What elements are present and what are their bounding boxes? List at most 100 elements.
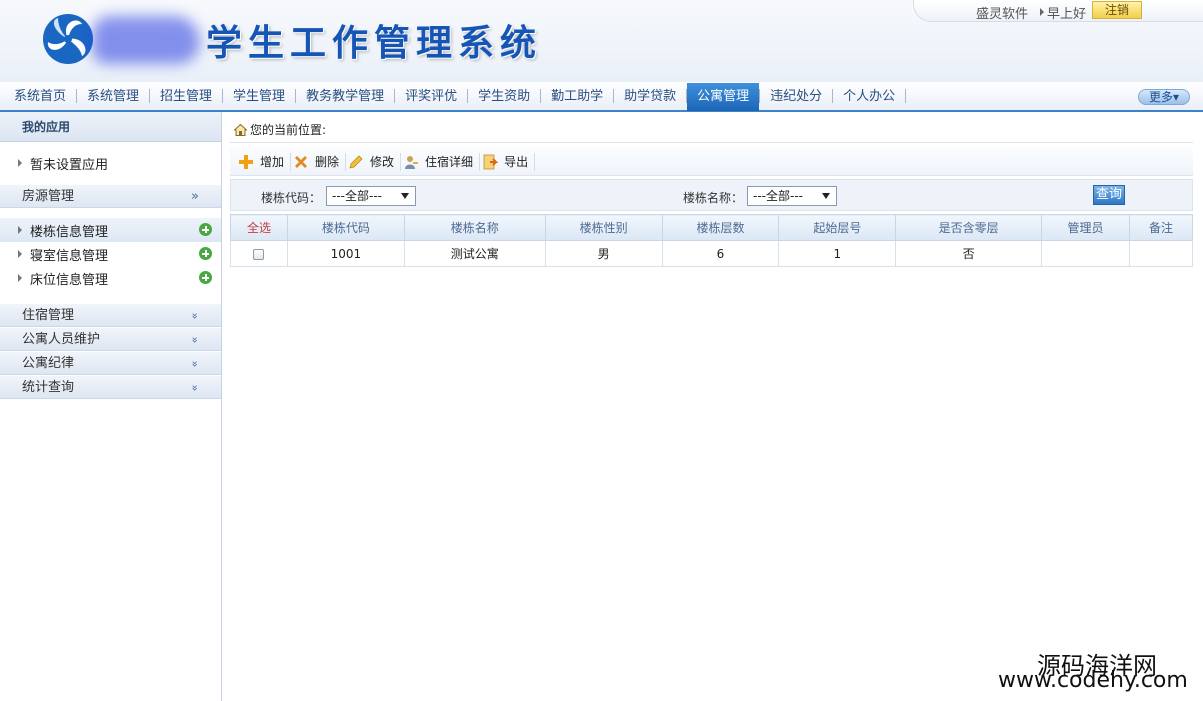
- nav-item-1[interactable]: 系统管理: [77, 82, 149, 110]
- select-all-header[interactable]: 全选: [230, 214, 288, 241]
- column-header: 楼栋性别: [544, 214, 663, 241]
- cell-name: 测试公寓: [403, 240, 546, 267]
- cell-start-floor: 1: [778, 240, 897, 267]
- user-bar: 盛灵软件 早上好 注销: [913, 0, 1203, 22]
- breadcrumb: 您的当前位置:: [230, 117, 1193, 143]
- building-name-value: ---全部---: [753, 189, 803, 203]
- logout-button[interactable]: 注销: [1092, 1, 1142, 19]
- dropdown-arrow-icon: [822, 193, 830, 199]
- nav-item-5[interactable]: 评奖评优: [395, 82, 467, 110]
- double-chevron-down-icon: »: [188, 312, 202, 320]
- double-chevron-down-icon: »: [188, 336, 202, 344]
- sidebar-item-bed[interactable]: 床位信息管理: [0, 266, 221, 290]
- column-header: 起始层号: [778, 214, 897, 241]
- arrow-right-icon: [18, 226, 22, 234]
- sidebar-groups: 住宿管理 » 公寓人员维护 » 公寓纪律 » 统计查询 »: [0, 303, 221, 399]
- company-name: 盛灵软件: [976, 7, 1029, 22]
- nav-item-7[interactable]: 勤工助学: [541, 82, 613, 110]
- nav-item-6[interactable]: 学生资助: [468, 82, 540, 110]
- main-content: 您的当前位置: 增加 删除 修改 住宿详细 导出 楼栋代码： ---全部--- …: [230, 117, 1194, 697]
- arrow-right-icon: [18, 274, 22, 282]
- logo-blurred-text: [92, 16, 200, 64]
- group-label: 公寓纪律: [22, 356, 75, 371]
- nav-item-2[interactable]: 招生管理: [150, 82, 222, 110]
- user-key-icon: [405, 155, 419, 169]
- home-icon: [234, 124, 247, 136]
- nav-item-8[interactable]: 助学贷款: [614, 82, 686, 110]
- sidebar-item-label: 寝室信息管理: [30, 248, 109, 264]
- filter-bar: 楼栋代码： ---全部--- 楼栋名称： ---全部--- 查询: [230, 179, 1193, 211]
- add-label: 增加: [260, 155, 285, 169]
- app-header: 学生工作管理系统 盛灵软件 早上好 注销: [0, 0, 1203, 82]
- add-icon[interactable]: [199, 223, 212, 236]
- building-name-select[interactable]: ---全部---: [747, 186, 837, 206]
- nav-item-4[interactable]: 教务教学管理: [296, 82, 394, 110]
- watermark-url: www.codehy.com: [998, 668, 1188, 693]
- toolbar: 增加 删除 修改 住宿详细 导出: [230, 148, 1193, 176]
- double-chevron-down-icon: »: [188, 384, 202, 392]
- nav-item-3[interactable]: 学生管理: [223, 82, 295, 110]
- sidebar-group-3[interactable]: 统计查询 »: [0, 375, 221, 399]
- detail-label: 住宿详细: [425, 155, 474, 169]
- arrow-right-icon: [1040, 8, 1044, 16]
- group-label: 房源管理: [22, 189, 75, 204]
- cell-admin: [1041, 240, 1130, 267]
- building-code-value: ---全部---: [332, 189, 382, 203]
- cell-gender: 男: [544, 240, 663, 267]
- detail-button[interactable]: 住宿详细: [401, 151, 479, 173]
- delete-x-icon: [295, 155, 308, 168]
- nav-item-10[interactable]: 违纪处分: [760, 82, 832, 110]
- sidebar-item-building[interactable]: 楼栋信息管理: [0, 218, 221, 242]
- breadcrumb-label: 您的当前位置:: [250, 123, 327, 137]
- app-title: 学生工作管理系统: [206, 22, 543, 64]
- query-button[interactable]: 查询: [1093, 185, 1125, 205]
- cell-note: [1128, 240, 1194, 267]
- sidebar-group-1[interactable]: 公寓人员维护 »: [0, 327, 221, 351]
- export-label: 导出: [504, 155, 529, 169]
- sidebar: 我的应用 暂未设置应用 房源管理 » 楼栋信息管理 寝室信息管理 床位信息管理 …: [0, 112, 222, 701]
- column-header: 是否含零层: [895, 214, 1043, 241]
- edit-label: 修改: [370, 155, 395, 169]
- delete-button[interactable]: 删除: [291, 151, 345, 173]
- my-apps-header: 我的应用: [0, 112, 221, 142]
- table-header-row: 全选 楼栋代码 楼栋名称 楼栋性别 楼栋层数 起始层号 是否含零层 管理员 备注: [230, 214, 1194, 241]
- sidebar-group-0[interactable]: 住宿管理 »: [0, 303, 221, 327]
- sidebar-group-2[interactable]: 公寓纪律 »: [0, 351, 221, 375]
- toolbar-divider: [534, 152, 536, 171]
- group-label: 住宿管理: [22, 308, 75, 323]
- nav-divider: [905, 89, 907, 103]
- sidebar-item-dorm[interactable]: 寝室信息管理: [0, 242, 221, 266]
- more-menu-button[interactable]: 更多▾: [1138, 89, 1190, 105]
- building-table: 全选 楼栋代码 楼栋名称 楼栋性别 楼栋层数 起始层号 是否含零层 管理员 备注…: [230, 214, 1194, 267]
- add-icon[interactable]: [199, 271, 212, 284]
- logo-icon: [43, 14, 93, 64]
- greeting-text: 早上好: [1047, 7, 1087, 22]
- nav-item-0[interactable]: 系统首页: [4, 82, 76, 110]
- column-header: 楼栋名称: [403, 214, 546, 241]
- group-label: 公寓人员维护: [22, 332, 101, 347]
- group-housing[interactable]: 房源管理 »: [0, 184, 221, 208]
- arrow-right-icon: [18, 250, 22, 258]
- sidebar-item-no-app[interactable]: 暂未设置应用: [0, 151, 221, 175]
- nav-item-9[interactable]: 公寓管理: [687, 83, 760, 111]
- chevron-down-icon: ▾: [1172, 90, 1180, 104]
- nav-item-11[interactable]: 个人办公: [833, 82, 905, 110]
- add-button[interactable]: 增加: [236, 151, 290, 173]
- row-checkbox[interactable]: [253, 248, 265, 260]
- edit-button[interactable]: 修改: [346, 151, 400, 173]
- building-code-label: 楼栋代码：: [261, 191, 322, 205]
- plus-icon: [239, 154, 253, 169]
- add-icon[interactable]: [199, 247, 212, 260]
- more-label: 更多: [1148, 90, 1173, 104]
- cell-zero-floor: 否: [895, 240, 1043, 267]
- row-select-cell: [230, 240, 288, 267]
- double-chevron-right-icon: »: [191, 189, 199, 204]
- building-code-select[interactable]: ---全部---: [326, 186, 416, 206]
- dropdown-arrow-icon: [401, 193, 409, 199]
- cell-code: 1001: [286, 240, 405, 267]
- export-button[interactable]: 导出: [480, 151, 534, 173]
- group-label: 统计查询: [22, 380, 75, 395]
- sidebar-item-label: 床位信息管理: [30, 272, 109, 288]
- column-header: 楼栋代码: [286, 214, 405, 241]
- table-row[interactable]: 1001 测试公寓 男 6 1 否: [230, 240, 1194, 267]
